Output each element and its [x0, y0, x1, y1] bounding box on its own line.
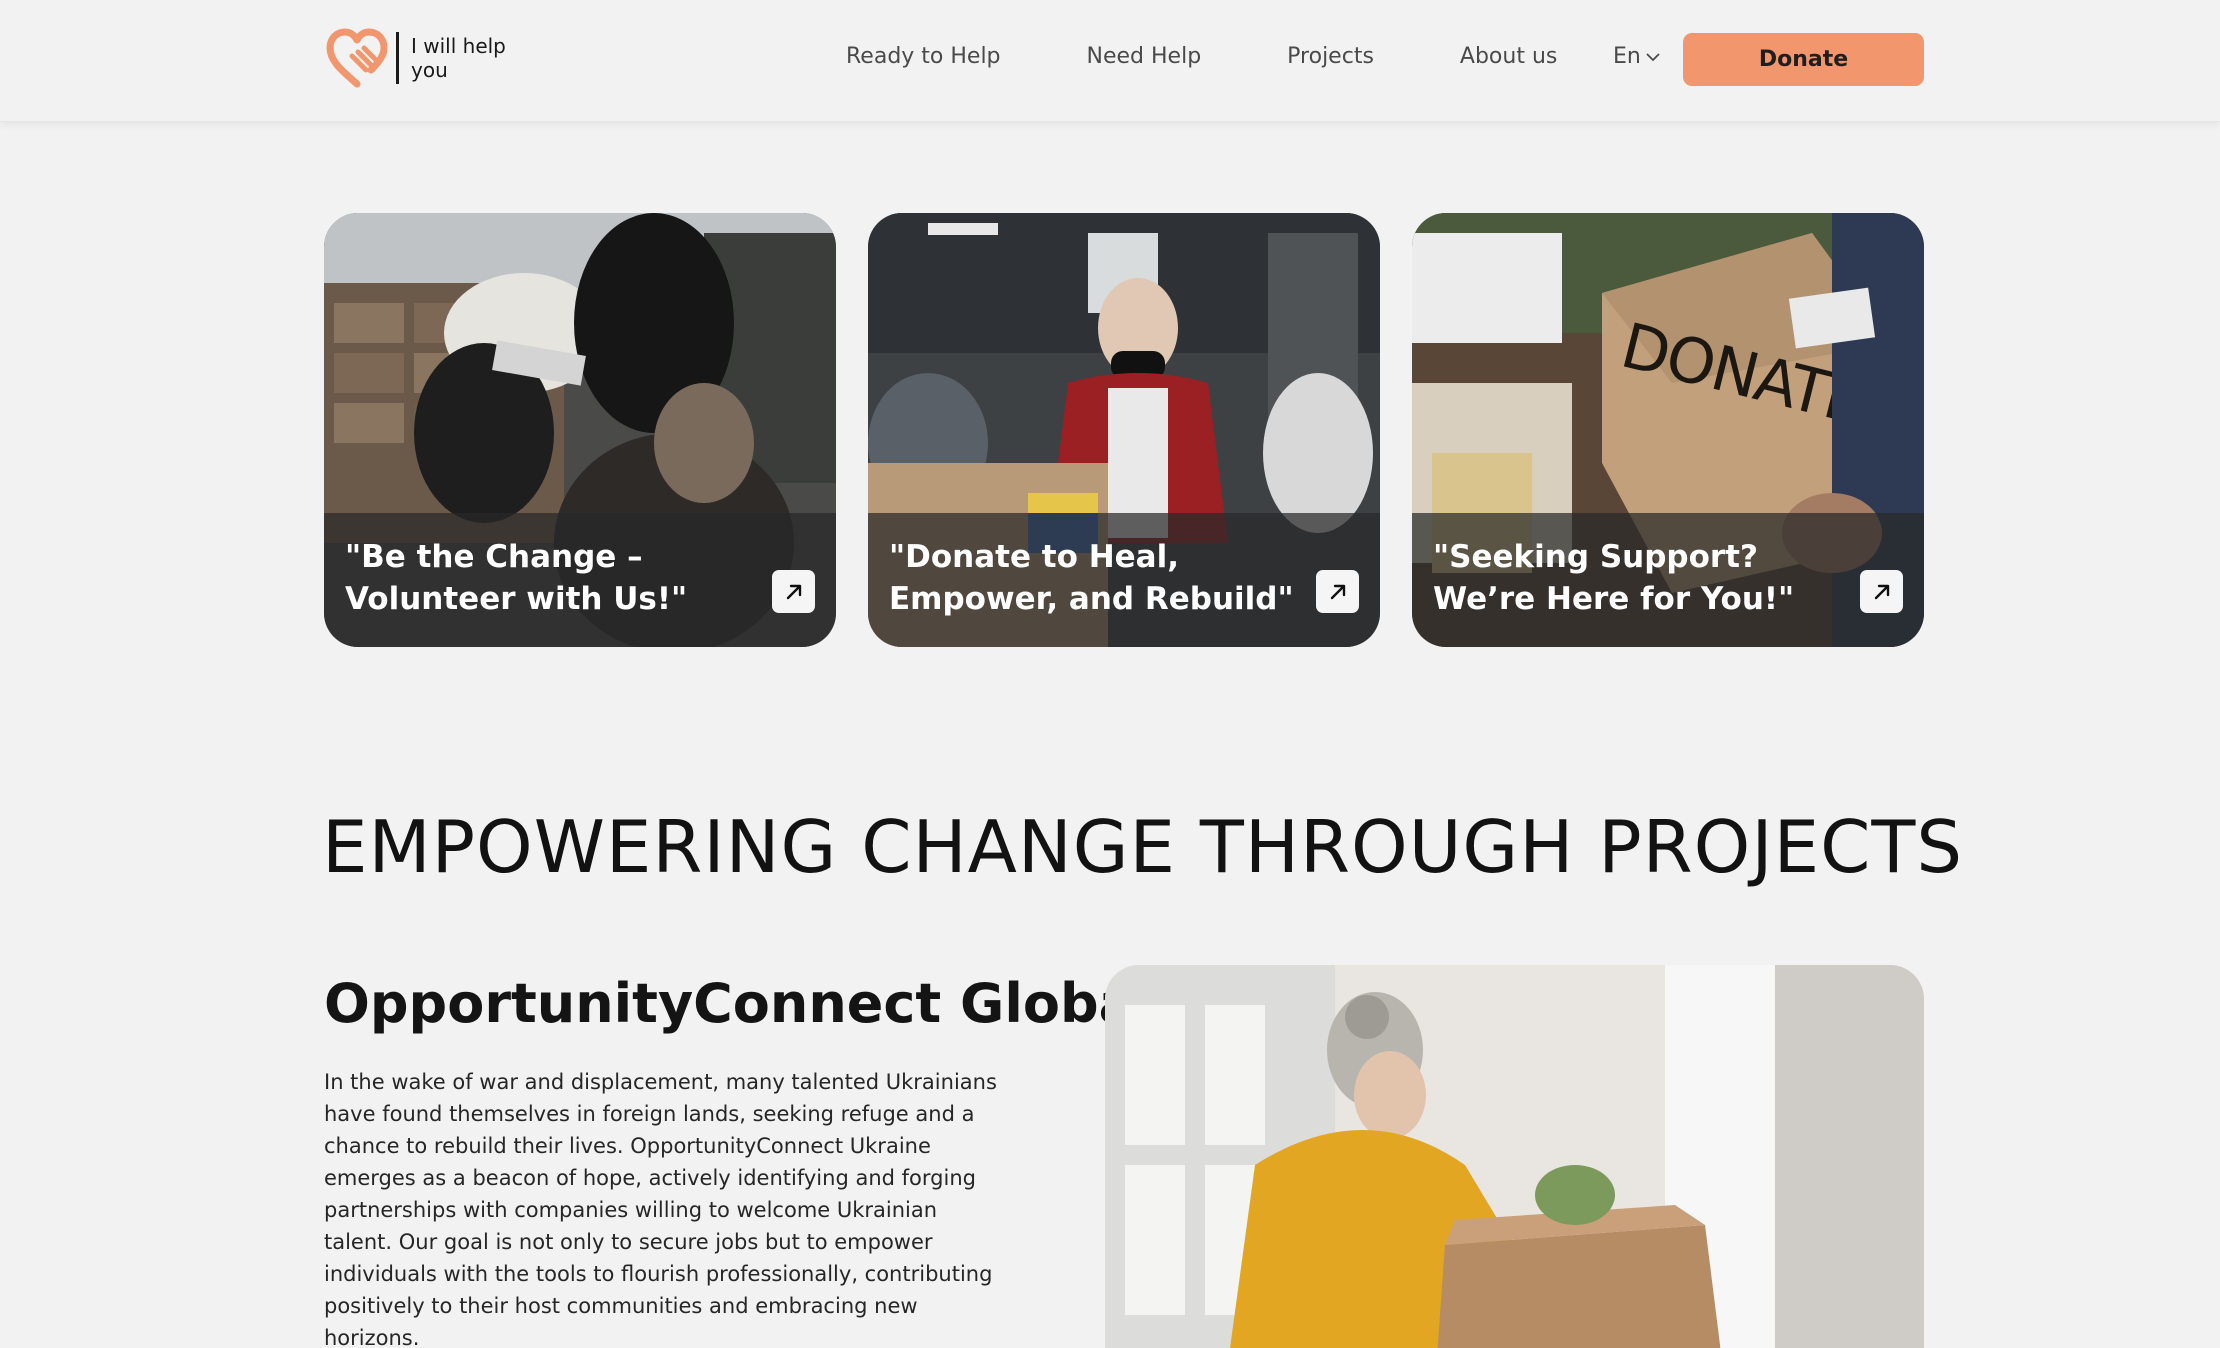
nav-projects[interactable]: Projects — [1287, 44, 1374, 69]
arrow-up-right-icon[interactable] — [772, 570, 815, 613]
donate-button[interactable]: Donate — [1683, 33, 1924, 86]
language-selector[interactable]: En — [1613, 44, 1661, 69]
arrow-up-right-icon[interactable] — [1316, 570, 1359, 613]
card-title: "Be the Change – Volunteer with Us!" — [345, 539, 688, 617]
nav-about-us[interactable]: About us — [1460, 44, 1557, 69]
logo-divider — [396, 32, 399, 84]
chevron-down-icon — [1646, 52, 1660, 61]
heart-logo-icon — [326, 28, 388, 88]
arrow-up-right-icon[interactable] — [1860, 570, 1903, 613]
logo-text: I will help you — [411, 34, 506, 82]
nav-need-help[interactable]: Need Help — [1087, 44, 1202, 69]
project-description: In the wake of war and displacement, man… — [324, 1070, 997, 1348]
main-nav: Ready to Help Need Help Projects About u… — [846, 44, 1557, 69]
nav-ready-to-help[interactable]: Ready to Help — [846, 44, 1001, 69]
project-photo — [1105, 965, 1924, 1348]
project-title: OpportunityConnect Global — [324, 972, 1154, 1035]
site-header: I will help you Ready to Help Need Help … — [0, 0, 2220, 122]
woman-packing-box-photo — [1105, 965, 1924, 1348]
logo[interactable]: I will help you — [324, 26, 507, 90]
section-title: EMPOWERING CHANGE THROUGH PROJECTS — [322, 805, 1964, 889]
card-donate[interactable]: "Donate to Heal, Empower, and Rebuild" — [868, 213, 1380, 647]
card-title: "Seeking Support? We’re Here for You!" — [1433, 539, 1795, 617]
card-title: "Donate to Heal, Empower, and Rebuild" — [889, 539, 1294, 617]
language-label: En — [1613, 44, 1641, 69]
card-seeking-support[interactable]: DONATION "Seeking Support? We’re Here fo… — [1412, 213, 1924, 647]
card-volunteer[interactable]: "Be the Change – Volunteer with Us!" — [324, 213, 836, 647]
action-cards: "Be the Change – Volunteer with Us!" "Do… — [324, 213, 1924, 647]
